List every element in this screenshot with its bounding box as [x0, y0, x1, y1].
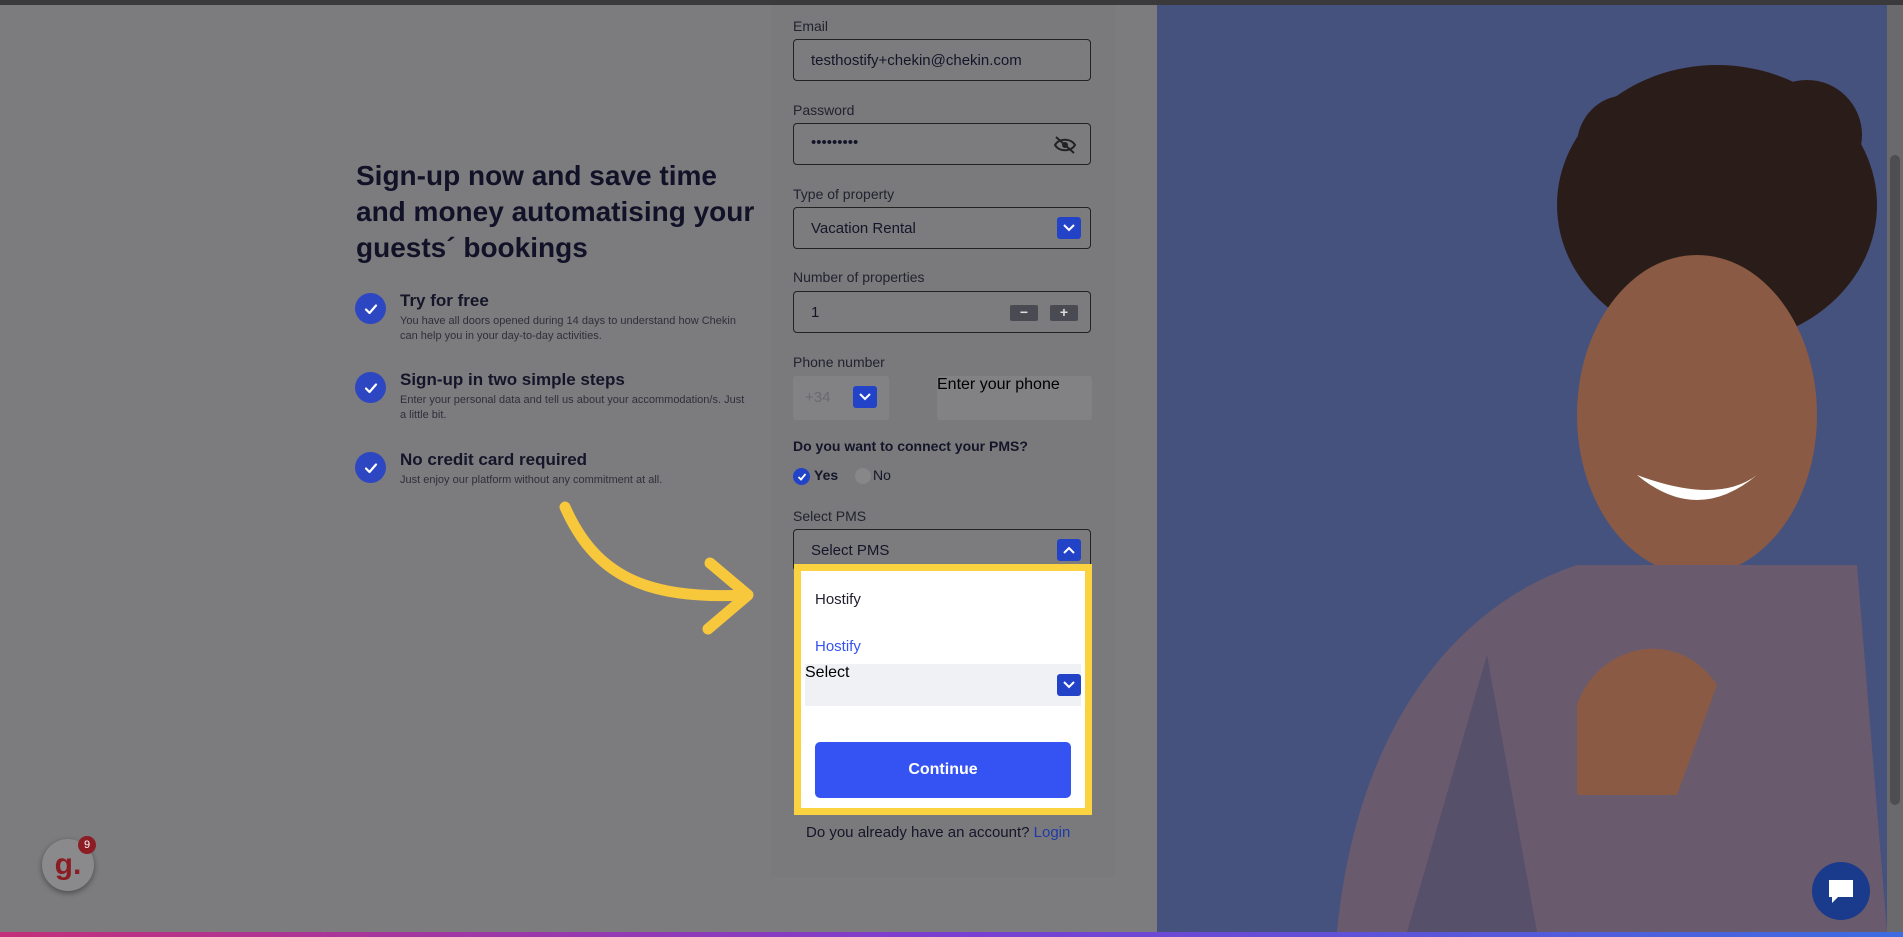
sub-select-placeholder: Select: [805, 664, 850, 681]
email-field[interactable]: testhostify+chekin@chekin.com: [793, 39, 1091, 81]
hero-title: Sign-up now and save time and money auto…: [356, 160, 755, 263]
chevron-down-icon[interactable]: [1057, 674, 1081, 696]
phone-label: Phone number: [793, 354, 885, 370]
feature-title: Sign-up in two simple steps: [400, 370, 625, 389]
radio-no[interactable]: [855, 468, 871, 484]
email-label: Email: [793, 18, 829, 34]
decrement-button[interactable]: −: [1010, 305, 1038, 321]
property-type-label: Type of property: [793, 186, 895, 202]
quantity-stepper[interactable]: 1 − +: [793, 291, 1091, 333]
feature-description: Enter your personal data and tell us abo…: [400, 394, 745, 421]
pointer-arrow-icon: [559, 501, 754, 635]
increment-button[interactable]: +: [1050, 305, 1078, 321]
chevron-up-icon[interactable]: [1057, 539, 1081, 561]
pms-option[interactable]: Hostify: [815, 591, 861, 608]
check-icon: [355, 452, 386, 483]
chevron-down-icon[interactable]: [853, 386, 877, 408]
scrollbar[interactable]: [1887, 5, 1903, 932]
login-prompt: Do you already have an account? Login: [806, 824, 1070, 841]
password-value: •••••••••: [811, 134, 859, 151]
feature-title: Try for free: [400, 291, 489, 310]
chat-icon[interactable]: [1812, 862, 1870, 920]
check-icon: [355, 293, 386, 324]
password-label: Password: [793, 102, 855, 118]
browser-bottom-edge: [0, 932, 1903, 937]
phone-prefix-select[interactable]: +34: [793, 376, 889, 420]
radio-yes-label: Yes: [814, 467, 839, 483]
continue-button[interactable]: Continue: [815, 742, 1071, 798]
scrollbar-thumb[interactable]: [1890, 155, 1900, 805]
phone-placeholder: Enter your phone: [937, 376, 1060, 393]
password-field[interactable]: •••••••••: [793, 123, 1091, 165]
radio-no-label: No: [873, 467, 891, 483]
pms-question: Do you want to connect your PMS?: [793, 438, 1028, 454]
pms-option[interactable]: Hostify: [815, 638, 861, 655]
feature-description: You have all doors opened during 14 days…: [400, 315, 736, 342]
hero-photo: [1157, 5, 1887, 932]
email-value: testhostify+chekin@chekin.com: [811, 52, 1022, 69]
property-type-value: Vacation Rental: [811, 220, 916, 237]
login-prompt-text: Do you already have an account?: [806, 824, 1030, 841]
feature-title: No credit card required: [400, 450, 588, 469]
num-properties-value: 1: [811, 304, 820, 321]
num-properties-label: Number of properties: [793, 269, 925, 285]
pms-select-value: Select PMS: [811, 542, 890, 559]
notification-badge: 9: [78, 836, 96, 854]
check-icon: [355, 372, 386, 403]
property-type-select[interactable]: Vacation Rental: [793, 207, 1091, 249]
login-link[interactable]: Login: [1034, 824, 1071, 841]
radio-yes[interactable]: [793, 468, 810, 485]
eye-off-icon[interactable]: [1053, 135, 1077, 160]
phone-prefix-value: +34: [805, 389, 831, 406]
chevron-down-icon[interactable]: [1057, 217, 1081, 239]
feature-description: Just enjoy our platform without any comm…: [400, 474, 663, 486]
select-pms-label: Select PMS: [793, 508, 867, 524]
